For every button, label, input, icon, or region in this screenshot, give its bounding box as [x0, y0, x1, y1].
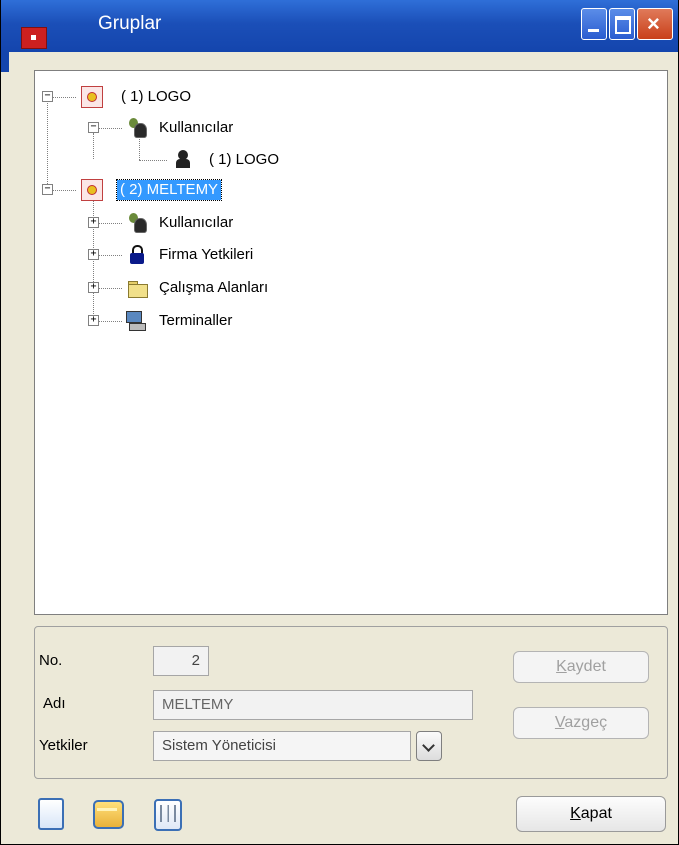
close-label: apat — [580, 805, 612, 822]
cancel-hotkey: V — [554, 714, 565, 731]
window-edge — [1, 52, 9, 72]
users-icon — [127, 117, 147, 138]
collapse-toggle[interactable]: − — [42, 91, 53, 102]
expand-toggle[interactable]: + — [88, 315, 99, 326]
tree-node-label[interactable]: Kullanıcılar — [159, 213, 233, 233]
tree-connector — [98, 128, 122, 129]
app-icon[interactable] — [21, 27, 47, 49]
collapse-toggle[interactable]: − — [88, 122, 99, 133]
trash-icon[interactable] — [151, 796, 183, 831]
tree-node-label[interactable]: Firma Yetkileri — [159, 245, 253, 265]
tree-node-label[interactable]: Çalışma Alanları — [159, 278, 268, 298]
close-hotkey: K — [570, 805, 581, 822]
no-label: No. — [39, 652, 63, 669]
new-document-icon[interactable] — [34, 796, 66, 830]
group-icon — [81, 179, 103, 201]
minimize-button[interactable] — [581, 8, 607, 40]
save-button[interactable]: Kaydet — [513, 651, 649, 683]
cancel-label: azgeç — [564, 714, 608, 731]
maximize-button[interactable] — [609, 8, 635, 40]
close-icon: × — [647, 11, 660, 36]
open-folder-icon[interactable] — [91, 796, 124, 830]
tree-connector — [98, 288, 122, 289]
title-bar[interactable]: Gruplar × — [1, 0, 678, 52]
expand-toggle[interactable]: + — [88, 282, 99, 293]
permissions-select[interactable]: Sistem Yöneticisi — [153, 731, 411, 761]
name-field[interactable]: MELTEMY — [153, 690, 473, 720]
window-title: Gruplar — [98, 13, 162, 34]
close-button[interactable]: Kapat — [516, 796, 666, 832]
expand-toggle[interactable]: + — [88, 249, 99, 260]
group-icon — [81, 86, 103, 108]
folder-icon — [127, 277, 148, 298]
expand-toggle[interactable]: + — [88, 217, 99, 228]
permissions-label: Yetkiler — [39, 737, 88, 754]
close-window-button[interactable]: × — [637, 8, 673, 40]
terminal-icon — [125, 310, 146, 331]
groups-window: Gruplar × − ( 1) LOGO − Kullanıcılar ( 1… — [0, 0, 679, 845]
tree-connector — [139, 160, 167, 161]
tree-node-label-selected[interactable]: ( 2) MELTEMY — [115, 179, 223, 201]
user-icon — [173, 149, 193, 169]
lock-icon — [127, 244, 147, 264]
tree-connector — [52, 190, 76, 191]
name-label: Adı — [43, 695, 66, 712]
tree-node-label[interactable]: Terminaller — [159, 311, 232, 331]
save-label: aydet — [566, 658, 606, 675]
save-hotkey: K — [556, 658, 567, 675]
tree-connector — [98, 255, 122, 256]
collapse-toggle[interactable]: − — [42, 184, 53, 195]
tree-node-label[interactable]: ( 1) LOGO — [121, 87, 191, 107]
users-icon — [127, 212, 147, 233]
tree-connector — [47, 101, 48, 190]
tree-node-label[interactable]: Kullanıcılar — [159, 118, 233, 138]
tree-connector — [98, 223, 122, 224]
no-field[interactable]: 2 — [153, 646, 209, 676]
group-tree[interactable]: − ( 1) LOGO − Kullanıcılar ( 1) LOGO − (… — [34, 70, 668, 615]
tree-connector — [93, 133, 94, 159]
tree-connector — [52, 97, 76, 98]
tree-node-label[interactable]: ( 1) LOGO — [209, 150, 279, 170]
cancel-button[interactable]: Vazgeç — [513, 707, 649, 739]
chevron-down-icon[interactable] — [416, 731, 442, 761]
tree-connector — [98, 321, 122, 322]
